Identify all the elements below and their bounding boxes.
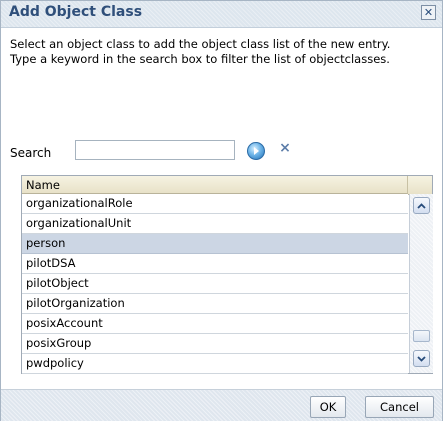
object-class-table: Name organizationalRole organizationalUn… (21, 175, 433, 374)
header-corner (408, 176, 432, 195)
table-row[interactable]: posixAccount (22, 314, 408, 334)
table-row[interactable]: pilotObject (22, 274, 408, 294)
search-input[interactable] (75, 140, 235, 160)
description-line-1: Select an object class to add the object… (10, 37, 391, 51)
dialog-titlebar[interactable]: Add Object Class ✕ (1, 1, 442, 28)
table-row[interactable]: pwdpolicy (22, 354, 408, 374)
ok-button[interactable]: OK (310, 396, 346, 418)
description-line-2: Type a keyword in the search box to filt… (10, 52, 390, 66)
scroll-up-icon[interactable] (413, 197, 430, 214)
dialog-title: Add Object Class (9, 4, 143, 20)
add-object-class-dialog: Add Object Class ✕ Select an object clas… (0, 0, 443, 421)
table-row[interactable]: organizationalUnit (22, 214, 408, 234)
column-header-name[interactable]: Name (22, 176, 408, 194)
table-row[interactable]: pilotDSA (22, 254, 408, 274)
dialog-description: Select an object class to add the object… (10, 37, 438, 67)
vertical-scrollbar[interactable] (409, 194, 433, 373)
close-icon[interactable]: ✕ (421, 5, 436, 20)
scroll-down-icon[interactable] (413, 350, 430, 367)
cancel-button[interactable]: Cancel (365, 396, 434, 418)
go-arrow-icon[interactable] (247, 142, 265, 160)
clear-icon[interactable]: ⨯ (276, 140, 294, 156)
table-rows: organizationalRole organizationalUnit pe… (22, 194, 408, 374)
search-label: Search (10, 146, 52, 160)
table-row[interactable]: posixGroup (22, 334, 408, 354)
table-row[interactable]: organizationalRole (22, 194, 408, 214)
scroll-thumb[interactable] (413, 330, 430, 342)
table-row-selected[interactable]: person (22, 234, 408, 254)
dialog-footer: OK Cancel (1, 389, 442, 421)
table-row[interactable]: pilotOrganization (22, 294, 408, 314)
